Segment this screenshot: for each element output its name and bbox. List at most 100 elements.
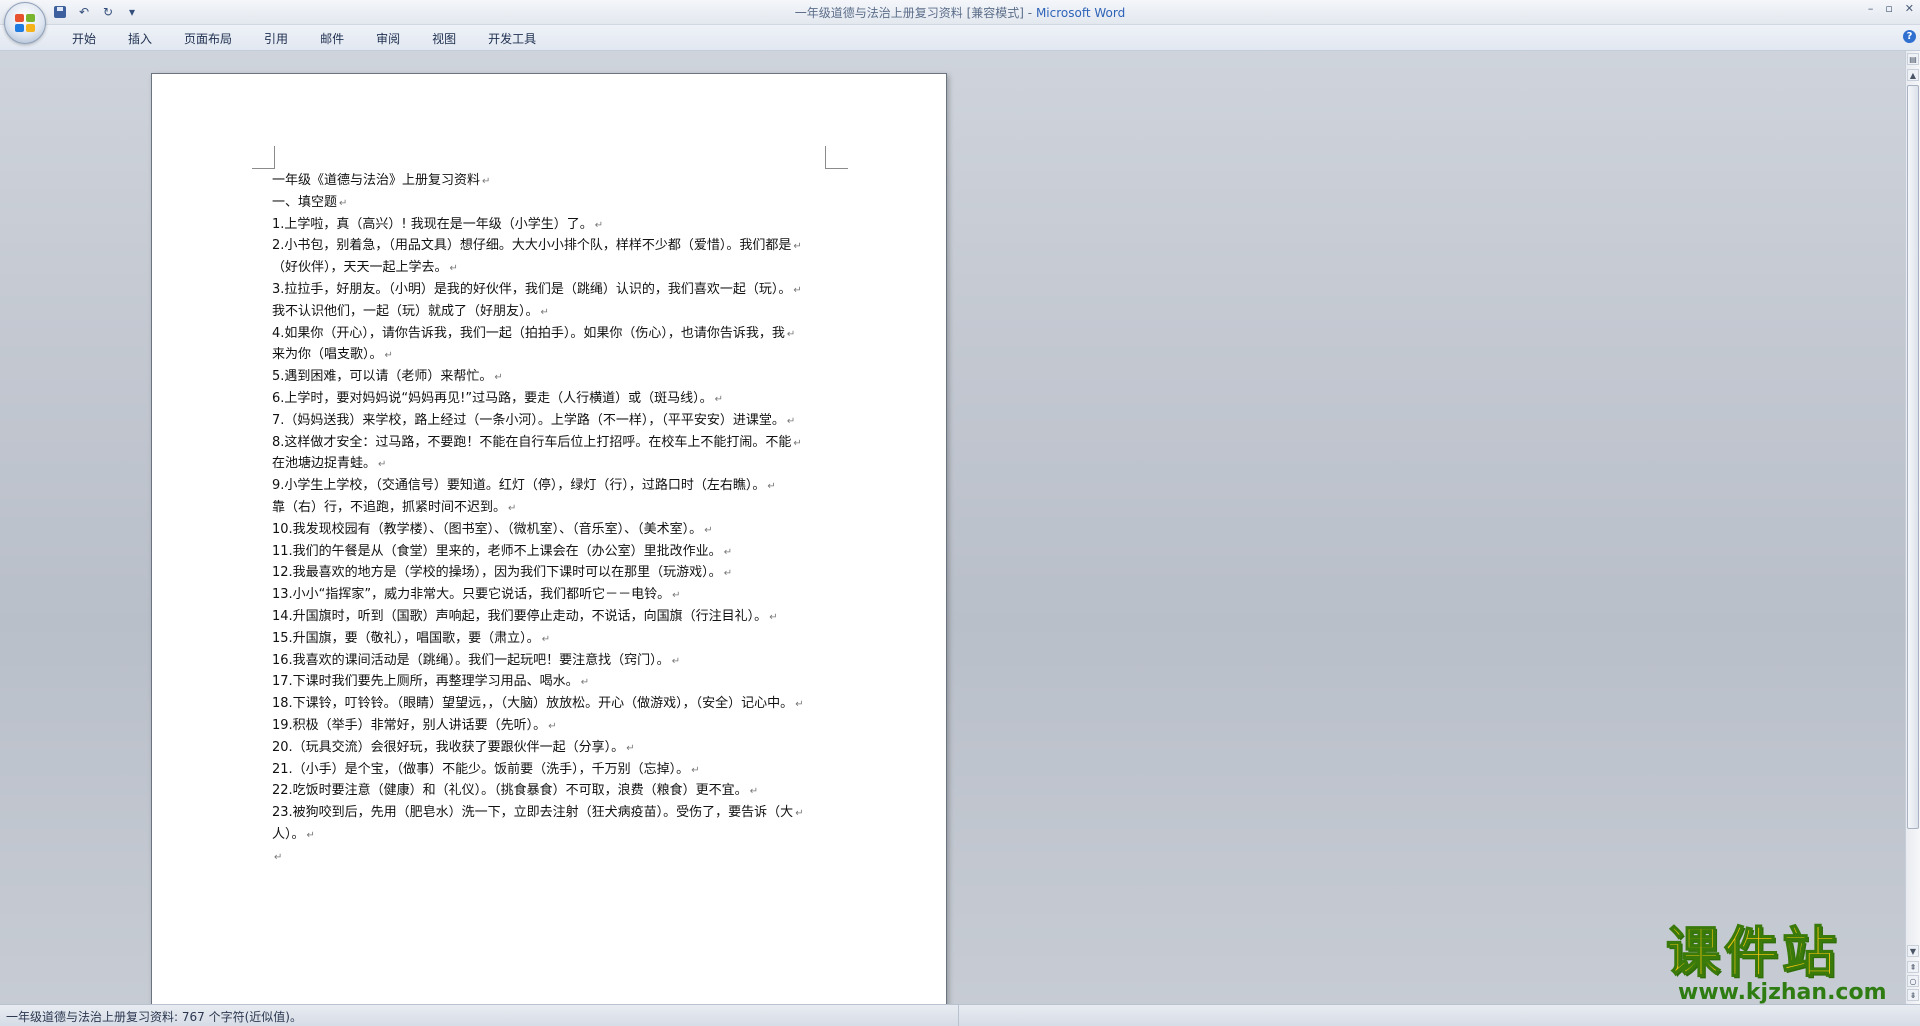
text-line[interactable]: 9.小学生上学校，（交通信号）要知道。红灯（停），绿灯（行），过路口时（左右瞧）… [272,476,832,498]
tab-mailings[interactable]: 邮件 [308,30,356,47]
status-text: 一年级道德与法治上册复习资料: 767 个字符(近似值)。 [6,1010,302,1024]
text-line[interactable]: （好伙伴），天天一起上学去。 ↵ [272,258,832,280]
text-line[interactable]: 10.我发现校园有（教学楼）、（图书室）、（微机室）、（音乐室）、（美术室）。 ↵ [272,520,832,542]
document-page[interactable]: 一年级《道德与法治》上册复习资料 ↵ 一、填空题 ↵ 1.上学啦，真（高兴）! 我现在是… [151,73,947,1004]
paragraph-mark-icon: ↵ [723,568,733,580]
close-button[interactable]: ✕ [1905,2,1914,15]
paragraph-mark-icon: ↵ [540,306,549,318]
text-line[interactable]: 5.遇到困难，可以请（老师）来帮忙。 ↵ [272,367,832,389]
chevron-down-icon: ▾ [128,5,136,19]
tab-references[interactable]: 引用 [252,30,300,47]
document-text[interactable]: 一年级《道德与法治》上册复习资料 ↵ 一、填空题 ↵ 1.上学啦，真（高兴）! 我现在是… [272,171,832,869]
text-line[interactable]: 3.拉拉手，好朋友。（小明）是我的好伙伴，我们是（跳绳）认识的，我们喜欢一起（玩… [272,280,832,302]
scrollbar-thumb[interactable] [1907,85,1919,829]
window-title: 一年级道德与法治上册复习资料 [兼容模式] - Microsoft Word [0,4,1920,21]
text-line[interactable]: 8.这样做才安全：过马路，不要跑！不能在自行车后位上打招呼。在校车上不能打闹。不… [272,433,832,455]
text-line[interactable]: 16.我喜欢的课间活动是（跳绳）。我们一起玩吧！要注意找（窍门）。 ↵ [272,651,832,673]
scroll-up-button[interactable]: ▲ [1907,69,1919,81]
text-line[interactable]: 15.升国旗，要（敬礼），唱国歌，要（肃立）。 ↵ [272,629,832,651]
help-icon[interactable]: ? [1903,30,1916,43]
line-text: 18.下课铃，叮铃铃。（眼睛）望望远，，（大脑）放放松。开心（做游戏），（安全）… [272,696,794,712]
document-area: 一年级《道德与法治》上册复习资料 ↵ 一、填空题 ↵ 1.上学啦，真（高兴）! 我现在是… [0,51,1906,1004]
text-line[interactable]: 在池塘边捉青蛙。 ↵ [272,454,832,476]
paragraph-mark-icon: ↵ [339,197,348,209]
tab-developer[interactable]: 开发工具 [476,30,548,47]
watermark-logo: 课件站 www.kjzhan.com [1665,923,1898,1005]
line-text: 一年级《道德与法治》上册复习资料 [272,173,481,188]
text-line[interactable]: 来为你（唱支歌）。 ↵ [272,345,832,367]
paragraph-mark-icon: ↵ [749,786,759,798]
line-text: 9.小学生上学校，（交通信号）要知道。红灯（停），绿灯（行），过路口时（左右瞧）… [272,478,766,494]
text-line[interactable]: 6.上学时，要对妈妈说“妈妈再见!”过马路，要走（人行横道）或（斑马线）。 ↵ [272,389,832,411]
ribbon-tabs: 开始 插入 页面布局 引用 邮件 审阅 视图 开发工具 [60,30,556,47]
tab-view[interactable]: 视图 [420,30,468,47]
line-text: 11.我们的午餐是从（食堂）里来的，老师不上课会在（办公室）里批改作业。 [272,543,722,559]
maximize-button[interactable]: ▫ [1885,2,1892,15]
text-line[interactable]: 4.如果你（开心），请你告诉我，我们一起（拍拍手）。如果你（伤心），也请你告诉我… [272,324,832,346]
redo-button[interactable]: ↻ [100,4,116,20]
tab-insert[interactable]: 插入 [116,30,164,47]
line-text: 14.升国旗时，听到（国歌）声响起，我们要停止走动，不说话，向国旗（行注目礼）。 [272,608,768,624]
scroll-down-button[interactable]: ▼ [1907,945,1919,957]
text-line[interactable]: 1.上学啦，真（高兴）! 我现在是一年级（小学生）了。 ↵ [272,215,832,237]
previous-page-button[interactable]: ⇞ [1907,961,1919,973]
status-bar: 一年级道德与法治上册复习资料: 767 个字符(近似值)。 [0,1004,1920,1026]
line-text: 16.我喜欢的课间活动是（跳绳）。我们一起玩吧！要注意找（窍门）。 [272,652,670,668]
text-line[interactable]: 一、填空题 ↵ [272,193,832,215]
text-line[interactable]: 2.小书包，别着急，（用品文具）想仔细。大大小小排个队，样样不少都（爱惜）。我们… [272,236,832,258]
paragraph-mark-icon: ↵ [494,372,503,384]
paragraph-mark-icon: ↵ [672,590,681,602]
vertical-scrollbar[interactable]: ▤ ▲ ▼ ⇞ ○ ⇟ [1905,51,1920,1004]
paragraph-mark-icon: ↵ [384,350,393,362]
office-button[interactable] [4,2,46,44]
text-line[interactable]: 人）。 ↵ [272,825,832,847]
text-line[interactable]: 23.被狗咬到后，先用（肥皂水）洗一下，立即去注射（狂犬病疫苗）。受伤了，要告诉… [272,803,832,825]
line-text: 7.（妈妈送我）来学校，路上经过（一条小河）。上学路（不一样），（平平安安）进课… [272,412,785,428]
title-separator: - [1023,6,1036,20]
paragraph-mark-icon: ↵ [671,655,681,667]
text-line[interactable]: 7.（妈妈送我）来学校，路上经过（一条小河）。上学路（不一样），（平平安安）进课… [272,411,832,433]
select-browse-object-button[interactable]: ○ [1907,975,1919,987]
line-text: 来为你（唱支歌）。 [272,347,383,363]
paragraph-mark-icon: ↵ [714,393,723,405]
minimize-button[interactable]: – [1868,2,1874,15]
paragraph-mark-icon: ↵ [541,633,551,645]
text-line[interactable]: 靠（右）行，不追跑，抓紧时间不迟到。 ↵ [272,498,832,520]
paragraph-mark-icon: ↵ [704,524,713,536]
text-line[interactable]: 我不认识他们，一起（玩）就成了（好朋友）。 ↵ [272,302,832,324]
text-line[interactable]: 20.（玩具交流）会很好玩，我收获了要跟伙伴一起（分享）。 ↵ [272,738,832,760]
logo-square [26,14,35,22]
ruler-toggle-button[interactable]: ▤ [1907,53,1919,65]
customize-toolbar-button[interactable]: ▾ [124,4,140,20]
tab-page-layout[interactable]: 页面布局 [172,30,244,47]
line-text: 靠（右）行，不追跑，抓紧时间不迟到。 [272,499,507,515]
logo-square [26,24,35,32]
line-text: （好伙伴），天天一起上学去。 [272,260,448,276]
save-icon [54,6,66,18]
line-text: 在池塘边捉青蛙。 [272,456,377,472]
text-line[interactable]: 一年级《道德与法治》上册复习资料 ↵ [272,171,832,193]
text-line[interactable]: 12.我最喜欢的地方是（学校的操场），因为我们下课时可以在那里（玩游戏）。 ↵ [272,563,832,585]
text-line[interactable]: 19.积极（举手）非常好，别人讲话要（先听）。 ↵ [272,716,832,738]
watermark-url: www.kjzhan.com [1678,980,1887,1005]
text-line[interactable]: 14.升国旗时，听到（国歌）声响起，我们要停止走动，不说话，向国旗（行注目礼）。… [272,607,832,629]
next-page-button[interactable]: ⇟ [1907,989,1919,1001]
tab-home[interactable]: 开始 [60,30,108,47]
line-text: 15.升国旗，要（敬礼），唱国歌，要（肃立）。 [272,630,540,646]
line-text: 2.小书包，别着急，（用品文具）想仔细。大大小小排个队，样样不少都（爱惜）。我们… [272,238,792,254]
text-line[interactable]: 18.下课铃，叮铃铃。（眼睛）望望远，，（大脑）放放松。开心（做游戏），（安全）… [272,694,832,716]
text-line[interactable]: 22.吃饭时要注意（健康）和（礼仪）。（挑食暴食）不可取，浪费（粮食）更不宜。 ↵ [272,781,832,803]
text-line[interactable]: 11.我们的午餐是从（食堂）里来的，老师不上课会在（办公室）里批改作业。 ↵ [272,542,832,564]
tab-review[interactable]: 审阅 [364,30,412,47]
paragraph-mark-icon: ↵ [769,611,778,623]
text-line[interactable]: 13.小小“指挥家”，威力非常大。只要它说话，我们都听它－－电铃。 ↵ [272,585,832,607]
paragraph-mark-icon: ↵ [723,546,733,558]
undo-button[interactable]: ↶ [76,4,92,20]
paragraph-mark-icon: ↵ [795,808,804,820]
text-line[interactable]: 17.下课时我们要先上厕所，再整理学习用品、喝水。 ↵ [272,672,832,694]
line-text: 我不认识他们，一起（玩）就成了（好朋友）。 [272,303,539,319]
text-line[interactable]: ↵ [272,847,832,869]
line-text: 23.被狗咬到后，先用（肥皂水）洗一下，立即去注射（狂犬病疫苗）。受伤了，要告诉… [272,805,794,821]
save-button[interactable] [52,4,68,20]
text-line[interactable]: 21.（小手）是个宝，（做事）不能少。饭前要（洗手），千万别（忘掉）。 ↵ [272,760,832,782]
